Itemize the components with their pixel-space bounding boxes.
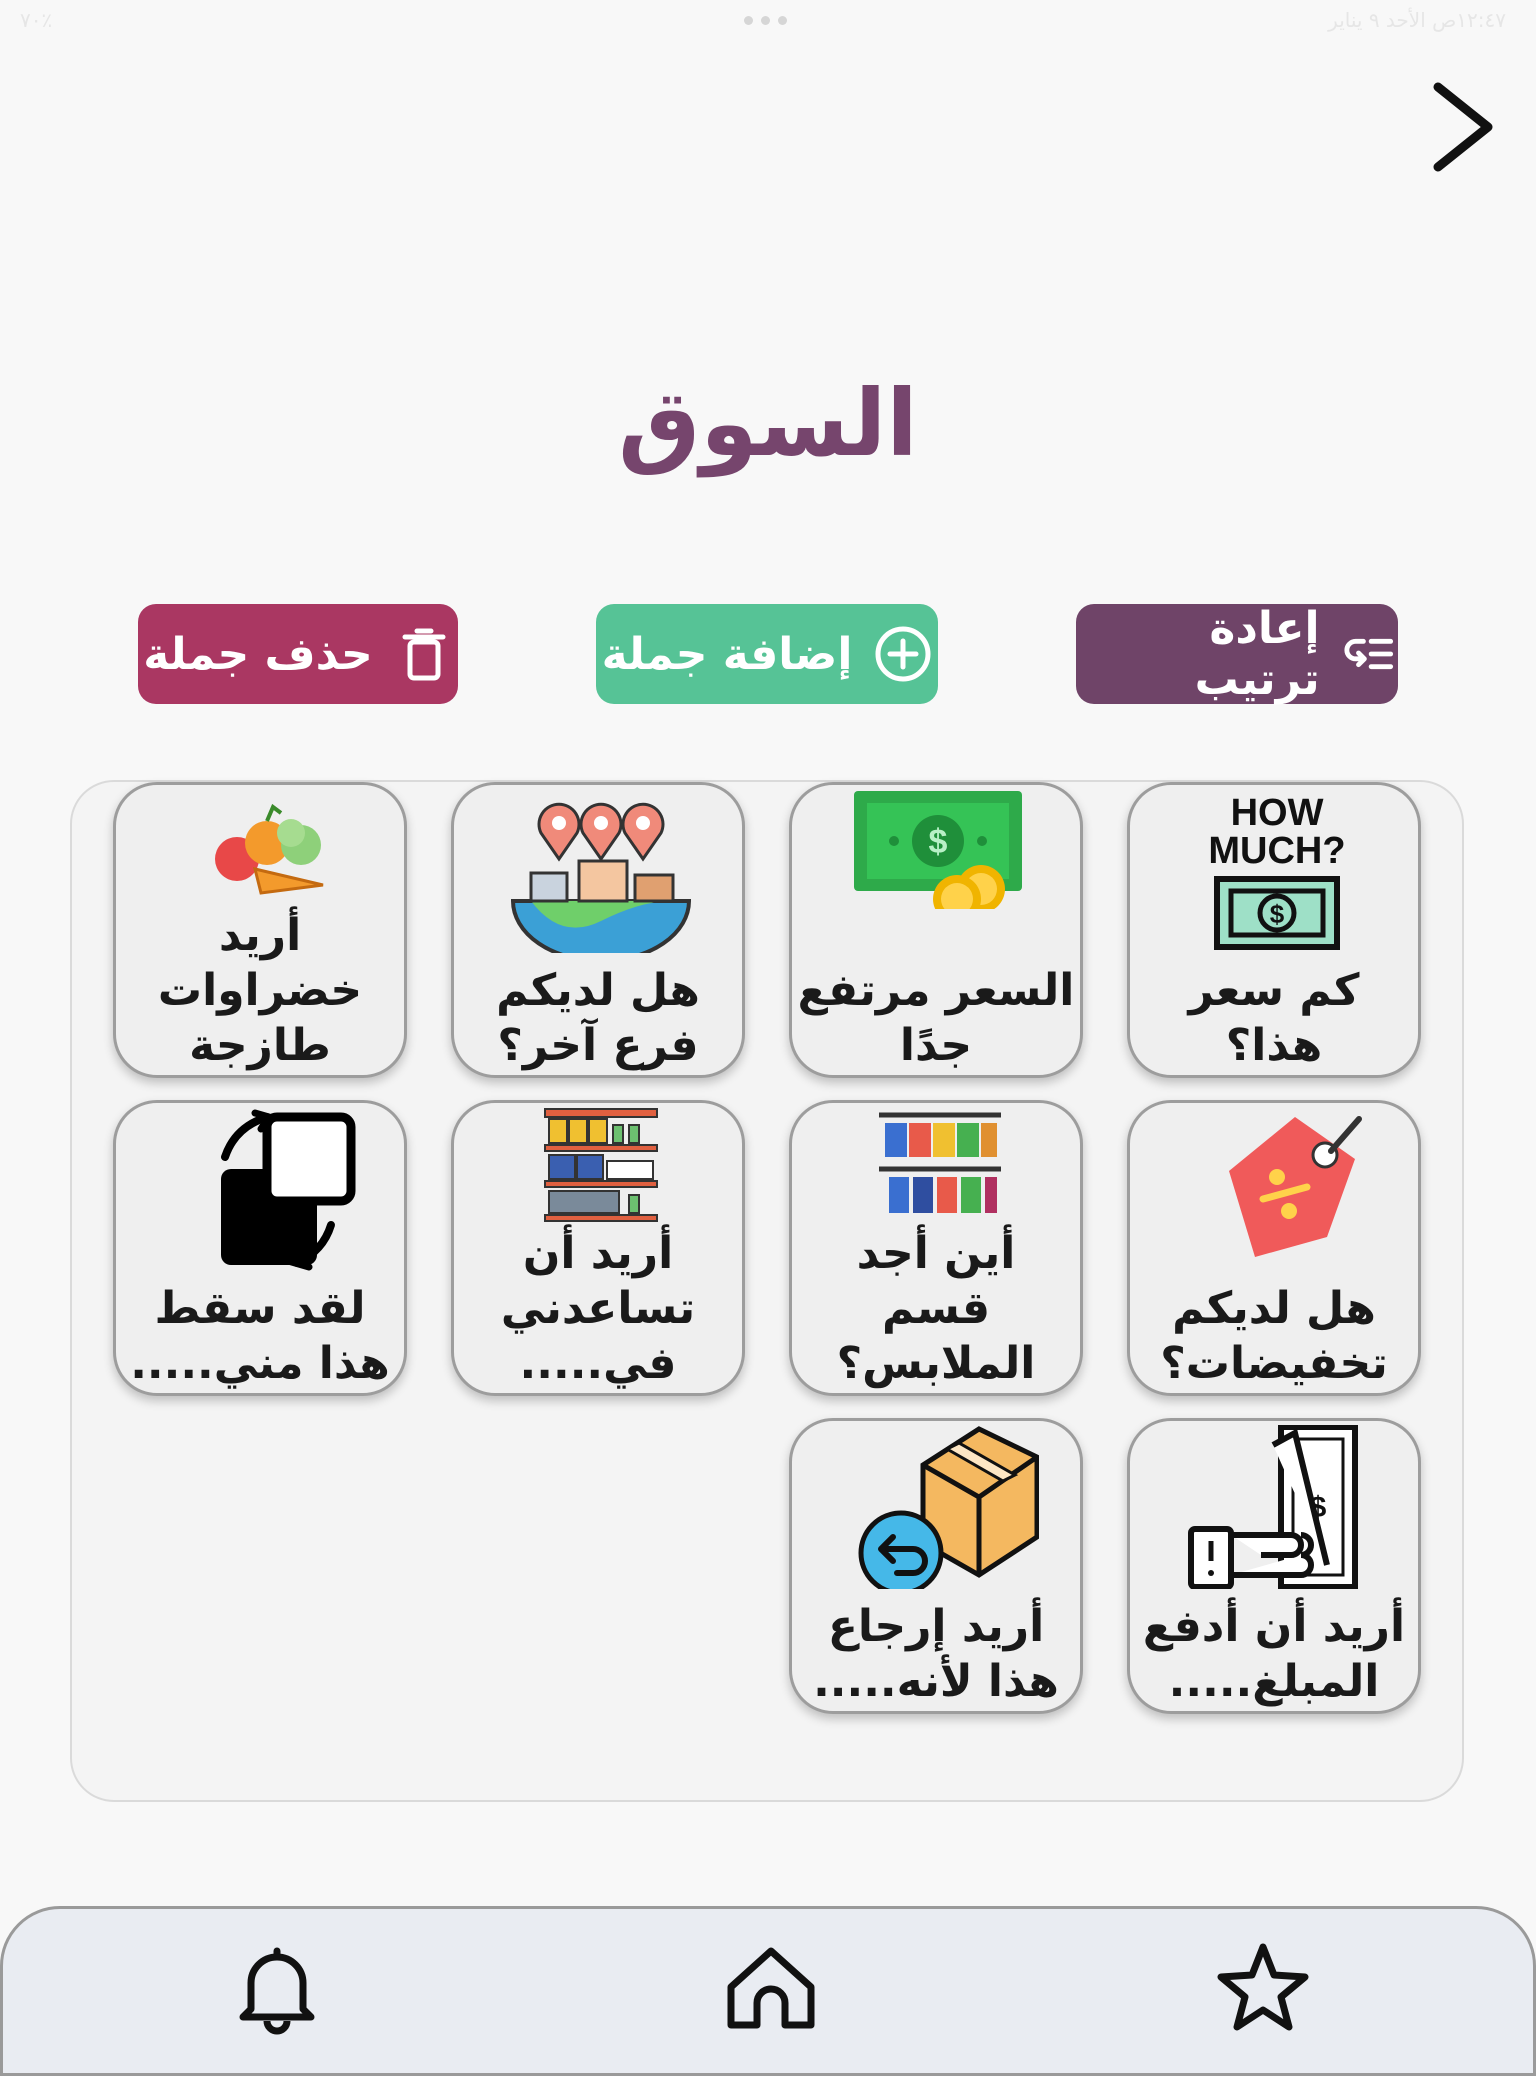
drop-item-icon	[163, 1107, 363, 1271]
favorites-tab[interactable]	[1213, 1937, 1313, 2037]
status-time-date: ١٢:٤٧ص الأحد ٩ يناير	[1328, 8, 1506, 32]
map-pins-city-icon	[501, 789, 701, 963]
phrase-card[interactable]: HOW MUCH? $ كم سعر هذا؟	[1127, 782, 1421, 1078]
star-icon	[1217, 1943, 1309, 2031]
status-bar: ٧٠٪ ١٢:٤٧ص الأحد ٩ يناير	[0, 0, 1536, 40]
trash-icon	[402, 628, 446, 681]
plus-circle-icon	[875, 626, 931, 682]
how-much-money-icon: HOW MUCH? $	[1177, 789, 1377, 953]
phrase-label: هل لديكم فرع آخر؟	[496, 965, 700, 1071]
phrase-card[interactable]: أين أجد قسم الملابس؟	[789, 1100, 1083, 1396]
phrase-label: كم سعر هذا؟	[1188, 965, 1360, 1071]
reorder-icon	[1344, 638, 1393, 670]
reorder-label: إعادة ترتيب	[1194, 603, 1320, 705]
phrase-card[interactable]: $ أريد أن أدفع المبلغ.....	[1127, 1418, 1421, 1714]
return-box-icon	[839, 1425, 1040, 1596]
phrase-label: أريد خضراوات طازجة	[157, 910, 363, 1071]
phrase-label: السعر مرتفع جدًا	[797, 965, 1075, 1071]
phrase-card[interactable]: هل لديكم فرع آخر؟	[451, 782, 745, 1078]
reorder-button[interactable]: إعادة ترتيب	[1076, 603, 1398, 705]
phrase-label: لقد سقط هذا مني.....	[130, 1283, 390, 1389]
vegetables-icon	[163, 789, 363, 909]
phrase-label: أريد أن تساعدني في.....	[500, 1228, 696, 1389]
discount-tag-icon	[1177, 1107, 1377, 1277]
home-icon	[727, 1947, 815, 2029]
store-shelves-icon	[501, 1107, 701, 1227]
battery-indicator: ٧٠٪	[20, 8, 53, 32]
phrase-card[interactable]: $ السعر مرتفع جدًا	[789, 782, 1083, 1078]
svg-text:$: $	[929, 823, 948, 861]
notifications-tab[interactable]	[227, 1937, 327, 2037]
phrase-card[interactable]: أريد خضراوات طازجة	[113, 782, 407, 1078]
bottom-navigation	[0, 1906, 1536, 2076]
phrase-label: أريد أن أدفع المبلغ.....	[1142, 1601, 1406, 1707]
add-phrase-label: إضافة جملة	[601, 628, 853, 680]
delete-phrase-label: حذف جملة	[143, 628, 373, 680]
svg-text:MUCH?: MUCH?	[1208, 830, 1345, 872]
home-tab[interactable]	[721, 1937, 821, 2037]
add-phrase-button[interactable]: إضافة جملة	[596, 604, 938, 704]
phrase-card[interactable]: أريد إرجاع هذا لأنه.....	[789, 1418, 1083, 1714]
phrase-label: هل لديكم تخفيضات؟	[1160, 1283, 1388, 1389]
bell-icon	[239, 1947, 315, 2035]
phrase-label: أين أجد قسم الملابس؟	[836, 1228, 1036, 1389]
svg-text:$: $	[1270, 899, 1285, 929]
hand-pay-money-icon: $	[1177, 1424, 1377, 1590]
phrase-card[interactable]: أريد أن تساعدني في.....	[451, 1100, 745, 1396]
chevron-right-icon	[1433, 82, 1493, 172]
phrase-card[interactable]: هل لديكم تخفيضات؟	[1127, 1100, 1421, 1396]
delete-phrase-button[interactable]: حذف جملة	[138, 604, 458, 704]
phrase-label: أريد إرجاع هذا لأنه.....	[813, 1601, 1059, 1707]
multitasking-dots[interactable]	[744, 16, 787, 25]
page-title: السوق	[618, 370, 918, 477]
clothes-rack-icon	[839, 1107, 1039, 1227]
phrase-card[interactable]: لقد سقط هذا مني.....	[113, 1100, 407, 1396]
back-button[interactable]	[1408, 72, 1508, 182]
cash-coins-icon: $	[839, 789, 1039, 923]
svg-text:HOW: HOW	[1231, 792, 1324, 834]
